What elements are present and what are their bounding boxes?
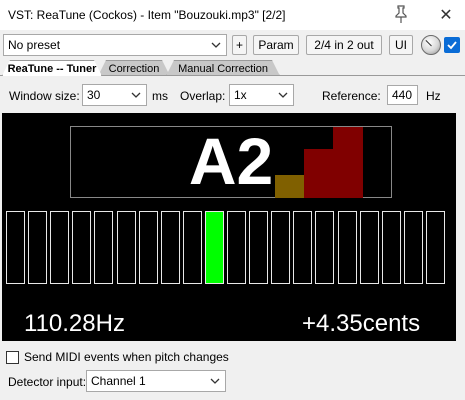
meter-cell xyxy=(381,211,401,284)
meter-cell xyxy=(6,211,25,284)
detector-input-label: Detector input: xyxy=(8,375,87,389)
checkmark-icon xyxy=(447,41,457,50)
meter-cell xyxy=(293,211,313,284)
send-midi-checkbox[interactable] xyxy=(6,350,19,364)
add-preset-button[interactable]: + xyxy=(232,35,247,55)
detector-input-value: Channel 1 xyxy=(91,374,146,388)
preset-dropdown[interactable]: No preset xyxy=(3,34,227,56)
chevron-down-icon xyxy=(209,374,221,388)
level-block-red-low xyxy=(304,149,333,198)
tab-tuner[interactable]: ReaTune -- Tuner xyxy=(2,60,102,76)
window-title: VST: ReaTune (Cockos) - Item "Bouzouki.m… xyxy=(8,8,286,22)
meter-cell xyxy=(160,211,180,284)
meter-cell xyxy=(249,211,269,284)
detected-note: A2 xyxy=(188,124,274,198)
meter-cell xyxy=(425,211,445,284)
meter-cell xyxy=(403,211,423,284)
midi-option[interactable]: Send MIDI events when pitch changes xyxy=(6,349,229,365)
param-button[interactable]: Param xyxy=(253,35,299,55)
overlap-value: 1x xyxy=(234,88,247,102)
ui-button[interactable]: UI xyxy=(389,35,413,55)
bypass-checkbox[interactable] xyxy=(444,37,460,53)
window-size-value: 30 xyxy=(87,88,101,102)
meter-cell xyxy=(50,211,70,284)
frequency-readout: 110.28Hz xyxy=(24,310,125,337)
meter-cell xyxy=(138,211,158,284)
note-display: A2 xyxy=(70,124,392,198)
meter-cell xyxy=(182,211,202,284)
window-size-dropdown[interactable]: 30 xyxy=(82,84,147,106)
level-block-red-high xyxy=(333,127,363,198)
knob-icon[interactable] xyxy=(421,35,441,55)
title-bar: VST: ReaTune (Cockos) - Item "Bouzouki.m… xyxy=(0,0,465,30)
tab-manual-correction[interactable]: Manual Correction xyxy=(166,60,280,76)
reference-input[interactable]: 440 xyxy=(387,85,418,105)
meter-cell xyxy=(116,211,136,284)
pin-icon[interactable] xyxy=(392,4,410,24)
preset-value: No preset xyxy=(8,38,61,52)
meter-cell xyxy=(315,211,335,284)
detector-input-dropdown[interactable]: Channel 1 xyxy=(86,370,226,392)
close-icon[interactable]: ✕ xyxy=(434,3,458,27)
chevron-down-icon xyxy=(130,88,142,102)
tab-correction[interactable]: Correction xyxy=(98,60,170,76)
meter-cell xyxy=(94,211,114,284)
window-size-label: Window size: xyxy=(9,89,80,103)
meter-cell xyxy=(28,211,48,284)
meter-cell xyxy=(204,211,224,284)
chevron-down-icon xyxy=(210,38,222,52)
meter-cell xyxy=(227,211,246,284)
overlap-dropdown[interactable]: 1x xyxy=(229,84,294,106)
tab-bar: ReaTune -- Tuner Correction Manual Corre… xyxy=(0,60,465,76)
meter-cell xyxy=(271,211,291,284)
reference-unit: Hz xyxy=(426,89,441,103)
level-block-dark xyxy=(275,175,304,198)
tuner-display: A2 110.28Hz +4.35cents xyxy=(2,113,456,341)
detector-row: Detector input: Channel 1 xyxy=(0,370,465,392)
io-routing-button[interactable]: 2/4 in 2 out xyxy=(306,35,382,55)
settings-row: Window size: 30 ms Overlap: 1x Reference… xyxy=(0,84,465,106)
send-midi-label: Send MIDI events when pitch changes xyxy=(24,350,229,364)
toolbar: No preset + Param 2/4 in 2 out UI xyxy=(0,34,465,56)
meter-cell xyxy=(72,211,92,284)
meter-cell xyxy=(337,211,357,284)
tuning-meter xyxy=(6,211,456,284)
meter-cell xyxy=(359,211,379,284)
overlap-label: Overlap: xyxy=(180,89,226,103)
cents-readout: +4.35cents xyxy=(302,310,421,337)
reference-label: Reference: xyxy=(322,89,381,103)
chevron-down-icon xyxy=(277,88,289,102)
window-size-unit: ms xyxy=(152,89,168,103)
